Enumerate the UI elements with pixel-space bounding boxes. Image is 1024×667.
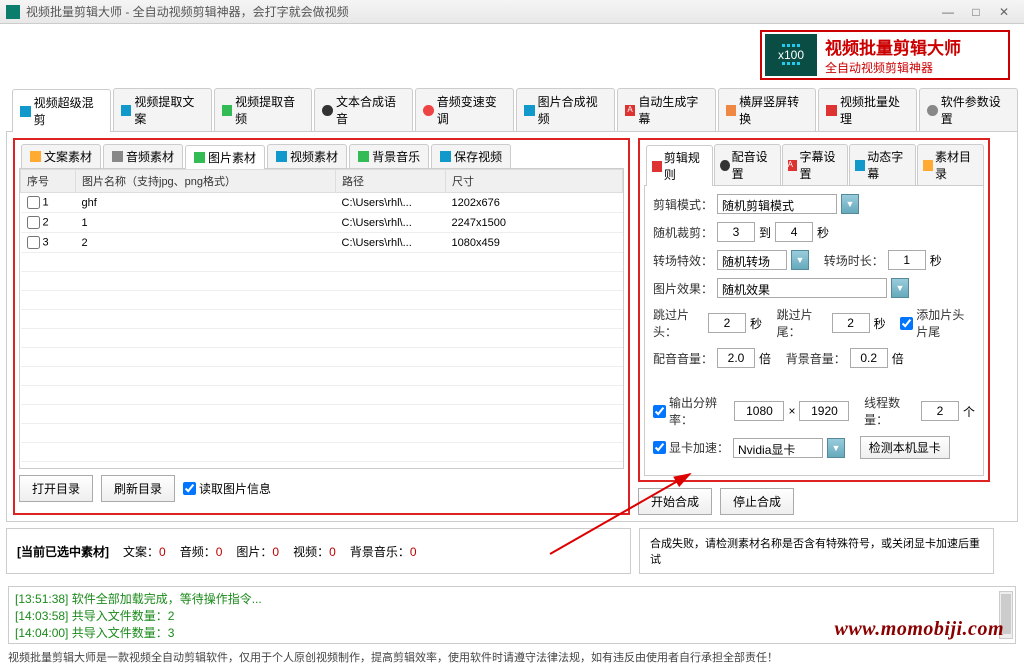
rand-from-input[interactable]: [717, 222, 755, 242]
material-table: 序号 图片名称（支持jpg、png格式） 路径 尺寸 1ghfC:\Users\…: [20, 169, 623, 469]
dub-vol-input[interactable]: [717, 348, 755, 368]
status-selected: [当前已选中素材] 文案：0 音频：0 图片：0 视频：0 背景音乐：0: [6, 528, 631, 574]
add-ht-check[interactable]: 添加片头片尾: [900, 306, 975, 340]
subtab-bgm[interactable]: 背景音乐: [349, 144, 429, 168]
trans-dur-input[interactable]: [888, 250, 926, 270]
dropdown-icon[interactable]: ▼: [841, 194, 859, 214]
tab-autosub[interactable]: A自动生成字幕: [617, 88, 716, 131]
window-title: 视频批量剪辑大师 - 全自动视频剪辑神器，会打字就会做视频: [26, 3, 349, 20]
table-row[interactable]: 1ghfC:\Users\rhl\...1202x676: [21, 193, 623, 213]
banner-badge: x100: [765, 34, 817, 76]
app-icon: [6, 5, 20, 19]
banner-subtitle: 全自动视频剪辑神器: [825, 59, 1008, 76]
minimize-button[interactable]: —: [934, 5, 962, 19]
stop-button[interactable]: 停止合成: [720, 488, 794, 515]
gpu-select[interactable]: Nvidia显卡: [733, 438, 823, 458]
refresh-dir-button[interactable]: 刷新目录: [101, 475, 175, 502]
th-size[interactable]: 尺寸: [446, 170, 623, 193]
imgfx-select[interactable]: 随机效果: [717, 278, 887, 298]
row-checkbox[interactable]: [27, 216, 40, 229]
footer-text: 视频批量剪辑大师是一款视频全自动剪辑软件，仅用于个人原创视频制作，提高剪辑效率，…: [8, 649, 778, 665]
maximize-button[interactable]: □: [962, 5, 990, 19]
material-panel: 文案素材 音频素材 图片素材 视频素材 背景音乐 保存视频 序号 图片名称（支持…: [13, 138, 630, 515]
watermark: www.momobiji.com: [835, 618, 1005, 641]
main-tabs: 视频超级混剪 视频提取文案 视频提取音频 文本合成语音 音频变速变调 图片合成视…: [6, 88, 1018, 132]
skip-head-input[interactable]: [708, 313, 746, 333]
rtab-dynsub[interactable]: 动态字幕: [849, 144, 916, 185]
detect-gpu-button[interactable]: 检测本机显卡: [860, 436, 950, 459]
settings-panel: 剪辑规则 配音设置 A字幕设置 动态字幕 素材目录 剪辑模式：随机剪辑模式▼ 随…: [638, 138, 990, 482]
banner: x100 视频批量剪辑大师 全自动视频剪辑神器: [760, 30, 1010, 80]
table-row[interactable]: 32C:\Users\rhl\...1080x459: [21, 233, 623, 253]
tab-audio-speed[interactable]: 音频变速变调: [415, 88, 514, 131]
res-h-input[interactable]: [799, 401, 849, 421]
threads-input[interactable]: [921, 401, 959, 421]
subtab-video[interactable]: 视频素材: [267, 144, 347, 168]
rand-to-input[interactable]: [775, 222, 813, 242]
rtab-matdir[interactable]: 素材目录: [917, 144, 984, 185]
tab-img2vid[interactable]: 图片合成视频: [516, 88, 615, 131]
edit-mode-select[interactable]: 随机剪辑模式: [717, 194, 837, 214]
bg-vol-input[interactable]: [850, 348, 888, 368]
status-message: 合成失败，请检测素材名称是否含有特殊符号，或关闭显卡加速后重试: [639, 528, 994, 574]
th-path[interactable]: 路径: [336, 170, 446, 193]
tab-orient[interactable]: 横屏竖屏转换: [718, 88, 817, 131]
banner-title: 视频批量剪辑大师: [825, 34, 1008, 59]
open-dir-button[interactable]: 打开目录: [19, 475, 93, 502]
tab-extract-text[interactable]: 视频提取文案: [113, 88, 212, 131]
gpu-check[interactable]: 显卡加速：: [653, 439, 729, 456]
titlebar: 视频批量剪辑大师 - 全自动视频剪辑神器，会打字就会做视频 — □ ✕: [0, 0, 1024, 24]
skip-tail-input[interactable]: [832, 313, 870, 333]
row-checkbox[interactable]: [27, 236, 40, 249]
rtab-sub[interactable]: A字幕设置: [782, 144, 849, 185]
subtab-audio[interactable]: 音频素材: [103, 144, 183, 168]
subtab-text[interactable]: 文案素材: [21, 144, 101, 168]
close-button[interactable]: ✕: [990, 5, 1018, 19]
tab-tts[interactable]: 文本合成语音: [314, 88, 413, 131]
trans-select[interactable]: 随机转场: [717, 250, 787, 270]
row-checkbox[interactable]: [27, 196, 40, 209]
res-check[interactable]: 输出分辨率：: [653, 394, 730, 428]
table-row[interactable]: 21C:\Users\rhl\...2247x1500: [21, 213, 623, 233]
rtab-dub[interactable]: 配音设置: [714, 144, 781, 185]
read-info-check[interactable]: 读取图片信息: [183, 480, 271, 497]
subtab-save[interactable]: 保存视频: [431, 144, 511, 168]
start-button[interactable]: 开始合成: [638, 488, 712, 515]
tab-settings[interactable]: 软件参数设置: [919, 88, 1018, 131]
res-w-input[interactable]: [734, 401, 784, 421]
tab-batch[interactable]: 视频批量处理: [818, 88, 917, 131]
th-seq[interactable]: 序号: [21, 170, 76, 193]
th-name[interactable]: 图片名称（支持jpg、png格式）: [76, 170, 336, 193]
tab-extract-audio[interactable]: 视频提取音频: [214, 88, 313, 131]
rtab-rules[interactable]: 剪辑规则: [646, 145, 713, 186]
tab-mixcut[interactable]: 视频超级混剪: [12, 89, 111, 132]
subtab-image[interactable]: 图片素材: [185, 145, 265, 169]
